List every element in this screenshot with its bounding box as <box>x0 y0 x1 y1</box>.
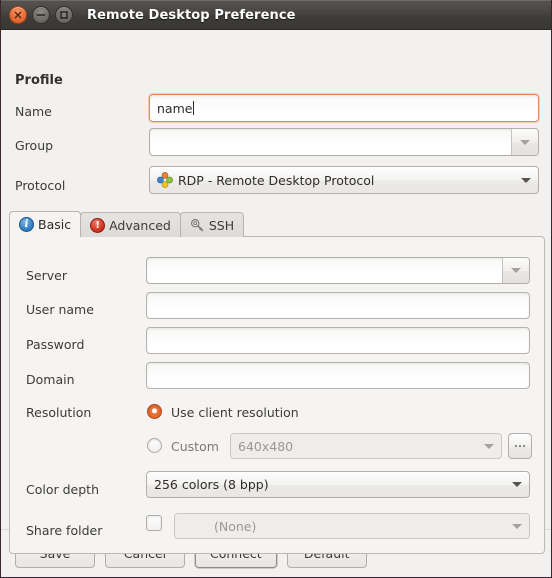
chevron-down-icon <box>484 443 494 449</box>
info-icon: i <box>19 217 34 232</box>
tab-strip: i Basic ! Advanced SSH <box>9 211 245 237</box>
resolution-custom-label: Custom <box>171 439 219 454</box>
tab-basic[interactable]: i Basic <box>9 211 82 237</box>
username-label: User name <box>26 302 94 317</box>
window-title: Remote Desktop Preference <box>87 7 296 23</box>
profile-section-title: Profile <box>15 73 63 88</box>
group-dropdown-button[interactable] <box>512 129 538 155</box>
chevron-down-icon <box>512 482 522 487</box>
name-input-value: name <box>157 100 193 116</box>
titlebar: Remote Desktop Preference <box>1 0 551 30</box>
dot-3 <box>523 445 525 447</box>
tab-ssh[interactable]: SSH <box>179 212 245 237</box>
chevron-down-icon <box>521 177 531 183</box>
share-folder-checkbox[interactable] <box>146 515 162 531</box>
chevron-down-icon <box>512 523 522 529</box>
color-depth-value: 256 colors (8 bpp) <box>154 477 269 492</box>
chevron-down-icon <box>520 139 530 145</box>
chevron-down-icon <box>511 268 521 273</box>
resolution-custom-radio[interactable] <box>147 438 162 453</box>
resolution-custom-combobox[interactable]: 640x480 <box>230 433 502 459</box>
dialog-content: Profile Name name Group Protocol RDP - R… <box>1 30 551 554</box>
server-combobox[interactable] <box>146 257 530 284</box>
close-icon[interactable] <box>9 6 27 24</box>
protocol-combobox[interactable]: RDP - Remote Desktop Protocol <box>149 166 539 194</box>
key-icon <box>190 218 204 231</box>
protocol-label: Protocol <box>15 178 66 193</box>
group-input[interactable] <box>150 129 512 155</box>
color-depth-combobox[interactable]: 256 colors (8 bpp) <box>146 471 530 498</box>
rdp-icon <box>157 172 173 188</box>
maximize-icon[interactable] <box>55 6 73 24</box>
username-input[interactable] <box>146 292 530 319</box>
share-folder-label: Share folder <box>26 523 103 538</box>
group-label: Group <box>15 138 54 153</box>
server-input-value <box>147 258 154 273</box>
group-combobox[interactable] <box>149 128 539 156</box>
dot-2 <box>519 445 521 447</box>
resolution-client-radio[interactable] <box>147 404 162 419</box>
password-input[interactable] <box>146 327 530 354</box>
tab-ssh-label: SSH <box>208 217 235 233</box>
share-folder-value: (None) <box>214 518 257 534</box>
tab-advanced-label: Advanced <box>109 217 171 233</box>
text-caret <box>193 101 195 115</box>
domain-input[interactable] <box>146 362 530 389</box>
basic-tab-panel: Server User name Password Domain Resolut… <box>9 236 545 554</box>
color-depth-label: Color depth <box>26 482 99 497</box>
resolution-browse-button[interactable] <box>508 433 532 459</box>
resolution-custom-value: 640x480 <box>238 438 294 454</box>
name-input[interactable]: name <box>149 94 539 122</box>
server-label: Server <box>26 268 67 283</box>
dot-1 <box>515 445 517 447</box>
resolution-label: Resolution <box>26 405 92 420</box>
name-label: Name <box>15 104 52 119</box>
resolution-client-label: Use client resolution <box>171 405 299 420</box>
domain-label: Domain <box>26 372 75 387</box>
server-dropdown-button[interactable] <box>503 258 529 283</box>
protocol-value: RDP - Remote Desktop Protocol <box>178 172 375 188</box>
remote-desktop-preference-window: Remote Desktop Preference Profile Name n… <box>0 0 552 578</box>
password-label: Password <box>26 337 85 352</box>
minimize-icon[interactable] <box>32 6 50 24</box>
server-input[interactable] <box>147 258 503 283</box>
tab-basic-label: Basic <box>38 217 72 232</box>
alert-icon: ! <box>90 217 106 233</box>
share-folder-combobox[interactable]: (None) <box>174 513 530 539</box>
group-input-value <box>150 129 157 144</box>
tab-advanced[interactable]: ! Advanced <box>80 212 181 237</box>
